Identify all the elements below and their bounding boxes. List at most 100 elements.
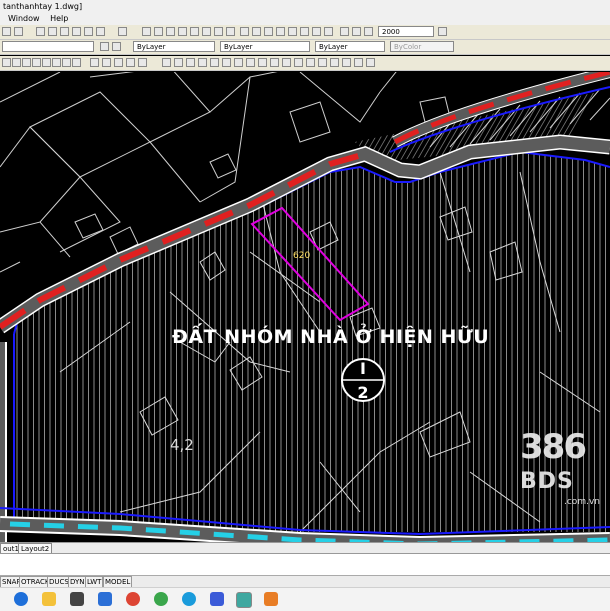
scale-combo[interactable]: 2000 xyxy=(378,26,434,37)
revision-cloud-icon[interactable] xyxy=(72,58,81,67)
chamfer-icon[interactable] xyxy=(318,58,327,67)
rectangle-icon[interactable] xyxy=(42,58,51,67)
window-title: tanthanhtay 1.dwg] xyxy=(3,2,83,11)
mail-icon[interactable] xyxy=(98,592,112,606)
dim-update-icon[interactable] xyxy=(324,27,333,36)
taskbar xyxy=(0,587,610,611)
command-line[interactable] xyxy=(0,553,610,576)
status-bar: SNAP OTRACK DUCS DYN LWT MODEL xyxy=(0,575,610,588)
watermark-logo: 386 BDS .com.vn xyxy=(518,427,604,527)
word-icon[interactable] xyxy=(210,592,224,606)
messenger-icon[interactable] xyxy=(154,592,168,606)
pan-icon[interactable] xyxy=(14,27,23,36)
store-icon[interactable] xyxy=(70,592,84,606)
menu-window[interactable]: Window xyxy=(8,14,40,23)
offset-icon[interactable] xyxy=(198,58,207,67)
tool-palette-icon[interactable] xyxy=(60,27,69,36)
tolerance-icon[interactable] xyxy=(276,27,285,36)
extend-icon[interactable] xyxy=(282,58,291,67)
elevation-label: 4,2 xyxy=(170,436,194,454)
ordinate-dim-icon[interactable] xyxy=(178,27,187,36)
watermark-url: .com.vn xyxy=(564,497,600,507)
mirror-icon[interactable] xyxy=(186,58,195,67)
multiline-style-icon[interactable] xyxy=(438,27,447,36)
polygon-icon[interactable] xyxy=(32,58,41,67)
scale-icon[interactable] xyxy=(246,58,255,67)
join-icon[interactable] xyxy=(306,58,315,67)
construction-line-icon[interactable] xyxy=(12,58,21,67)
angular-dim-icon[interactable] xyxy=(226,27,235,36)
linear-dim-icon[interactable] xyxy=(142,27,151,36)
ellipse-icon[interactable] xyxy=(102,58,111,67)
arc-icon[interactable] xyxy=(52,58,61,67)
radius-dim-icon[interactable] xyxy=(190,27,199,36)
calculator-icon[interactable] xyxy=(96,27,105,36)
zalo-icon[interactable] xyxy=(182,592,196,606)
layer-manager-icon[interactable] xyxy=(100,42,109,51)
design-center-icon[interactable] xyxy=(48,27,57,36)
pedit-icon[interactable] xyxy=(366,58,375,67)
menu-bar: Window Help xyxy=(0,13,610,25)
zone-label: ĐẤT NHÓM NHÀ Ở HIỆN HỮU xyxy=(172,326,490,348)
aligned-dim-icon[interactable] xyxy=(154,27,163,36)
help-icon[interactable] xyxy=(118,27,127,36)
scale-value: 2000 xyxy=(382,28,400,36)
erase-icon[interactable] xyxy=(162,58,171,67)
layout-tabs: out1 Layout2 xyxy=(0,542,610,554)
rotate-icon[interactable] xyxy=(234,58,243,67)
arc-length-icon[interactable] xyxy=(166,27,175,36)
dim-style-icon[interactable] xyxy=(352,27,361,36)
jogged-dim-icon[interactable] xyxy=(202,27,211,36)
plotstyle-value: ByColor xyxy=(394,43,422,51)
standard-toolbar: 2000 xyxy=(0,25,610,40)
text-style-icon[interactable] xyxy=(340,27,349,36)
make-block-icon[interactable] xyxy=(126,58,135,67)
draw-modify-toolbar xyxy=(0,56,610,71)
spline-icon[interactable] xyxy=(90,58,99,67)
diameter-dim-icon[interactable] xyxy=(214,27,223,36)
explode-icon[interactable] xyxy=(342,58,351,67)
quick-dim-icon[interactable] xyxy=(240,27,249,36)
properties-icon[interactable] xyxy=(36,27,45,36)
make-current-icon[interactable] xyxy=(112,42,121,51)
multiline-text-icon[interactable] xyxy=(138,58,147,67)
stretch-icon[interactable] xyxy=(258,58,267,67)
zone-code-bottom: 2 xyxy=(357,383,369,402)
circle-icon[interactable] xyxy=(62,58,71,67)
dim-edit-icon[interactable] xyxy=(300,27,309,36)
fillet-icon[interactable] xyxy=(330,58,339,67)
menu-help[interactable]: Help xyxy=(50,14,68,23)
move-icon[interactable] xyxy=(222,58,231,67)
continue-dim-icon[interactable] xyxy=(264,27,273,36)
lineweight-value: ByLayer xyxy=(319,43,348,51)
center-mark-icon[interactable] xyxy=(288,27,297,36)
color-combo[interactable]: ByLayer xyxy=(133,41,215,52)
polyline-icon[interactable] xyxy=(22,58,31,67)
chrome-icon[interactable] xyxy=(126,592,140,606)
lineweight-combo[interactable]: ByLayer xyxy=(315,41,385,52)
break-icon[interactable] xyxy=(294,58,303,67)
linetype-value: ByLayer xyxy=(224,43,253,51)
copy-icon[interactable] xyxy=(174,58,183,67)
linetype-combo[interactable]: ByLayer xyxy=(220,41,310,52)
watermark-brand: BDS xyxy=(520,469,574,494)
lot-number: 620 xyxy=(293,251,311,261)
markup-icon[interactable] xyxy=(84,27,93,36)
baseline-dim-icon[interactable] xyxy=(252,27,261,36)
browser-edge-icon[interactable] xyxy=(14,592,28,606)
table-style-icon[interactable] xyxy=(364,27,373,36)
sheet-set-icon[interactable] xyxy=(72,27,81,36)
insert-block-icon[interactable] xyxy=(114,58,123,67)
plotstyle-combo[interactable]: ByColor xyxy=(390,41,454,52)
autocad-icon[interactable] xyxy=(236,592,252,608)
line-icon[interactable] xyxy=(2,58,11,67)
file-explorer-icon[interactable] xyxy=(42,592,56,606)
drawing-canvas[interactable]: ĐẤT NHÓM NHÀ Ở HIỆN HỮU 620 4,2 I 2 386 … xyxy=(0,72,610,542)
lengthen-icon[interactable] xyxy=(354,58,363,67)
dim-text-edit-icon[interactable] xyxy=(312,27,321,36)
app-icon[interactable] xyxy=(264,592,278,606)
array-icon[interactable] xyxy=(210,58,219,67)
trim-icon[interactable] xyxy=(270,58,279,67)
zoom-icon[interactable] xyxy=(2,27,11,36)
layer-combo[interactable] xyxy=(2,41,94,52)
